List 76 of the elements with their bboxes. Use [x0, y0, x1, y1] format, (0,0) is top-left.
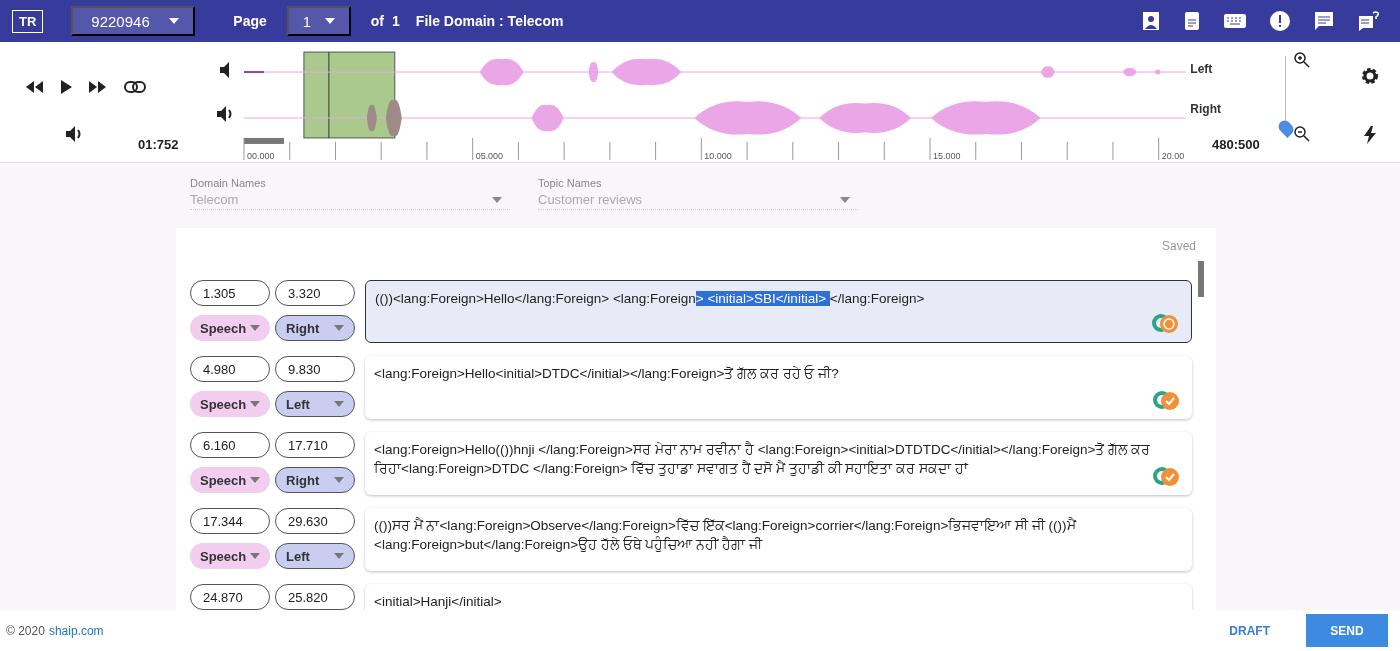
- start-time-field[interactable]: 17.344: [190, 508, 270, 534]
- transcript-field[interactable]: <lang:Foreign>Hello<initial>DTDC</initial></lang:Foreign>ਤੋਂ ਗੱਲ ਕਰ ਰਹੇ ਓ ਜੀ?: [365, 356, 1192, 419]
- page-label: Page: [233, 13, 267, 29]
- scroll-indicator[interactable]: [243, 137, 284, 144]
- channel-dropdown[interactable]: Right: [275, 315, 355, 341]
- lightning-icon[interactable]: [1364, 126, 1377, 144]
- caret-icon: [334, 325, 344, 331]
- alert-icon[interactable]: [1270, 11, 1290, 31]
- filter-dropdown[interactable]: Topic Names Customer reviews: [538, 177, 858, 210]
- time-tick-label: 05.000: [475, 150, 503, 161]
- start-time-field[interactable]: 1.305: [190, 280, 270, 306]
- save-status: Saved: [1161, 239, 1196, 253]
- caret-icon: [334, 401, 344, 407]
- end-time-field[interactable]: 25.820: [275, 584, 355, 610]
- help-chat-icon[interactable]: [1358, 11, 1380, 31]
- channel-dropdown[interactable]: Right: [275, 467, 355, 493]
- channel-label: Left: [1190, 62, 1214, 76]
- segment-type-dropdown[interactable]: Speech: [190, 467, 270, 493]
- send-button[interactable]: SEND: [1306, 614, 1388, 647]
- end-time-field[interactable]: 29.630: [275, 508, 355, 534]
- draft-button[interactable]: DRAFT: [1213, 615, 1286, 646]
- time-tick-label: 20.00: [1161, 150, 1184, 161]
- file-domain: File Domain : Telecom: [415, 13, 564, 29]
- of-label: of: [370, 13, 385, 29]
- scrollbar-thumb[interactable]: [1198, 261, 1204, 297]
- copyright-text: © 2020: [6, 623, 45, 638]
- keyboard-icon[interactable]: [1224, 14, 1246, 28]
- person-card-icon[interactable]: [1142, 11, 1160, 31]
- caret-icon: [250, 325, 260, 331]
- caret-icon: [334, 477, 344, 483]
- transcript-field[interactable]: (())<lang:Foreign>Hello</lang:Foreign> <lang:Foreign> <initial>SBI</initial> </lang:Foreign>: [365, 280, 1192, 343]
- zoom-slider[interactable]: [1280, 56, 1293, 136]
- language-badge: TR: [12, 9, 44, 33]
- segment-type-dropdown[interactable]: Speech: [190, 315, 270, 341]
- link-button[interactable]: [124, 81, 146, 93]
- zoom-in-icon[interactable]: [1294, 52, 1311, 68]
- settings-icon[interactable]: [1360, 66, 1381, 86]
- channel-label: Right: [1190, 102, 1222, 116]
- segment-type-dropdown[interactable]: Speech: [190, 543, 270, 569]
- playback-time: 01:752: [138, 137, 179, 152]
- time-tick-label: 15.000: [932, 150, 961, 161]
- end-time-field[interactable]: 17.710: [275, 432, 355, 458]
- caret-icon: [492, 196, 502, 203]
- zoom-out-icon[interactable]: [1294, 126, 1311, 142]
- speaker-icon[interactable]: [219, 62, 232, 78]
- transcript-field[interactable]: <initial>Hanji</initial>: [365, 584, 1192, 610]
- start-time-field[interactable]: 24.870: [190, 584, 270, 610]
- caret-icon: [334, 553, 344, 559]
- end-time-field[interactable]: 3.320: [275, 280, 355, 306]
- segment-type-dropdown[interactable]: Speech: [190, 391, 270, 417]
- channel-dropdown[interactable]: Left: [275, 391, 355, 417]
- play-button[interactable]: [60, 80, 72, 94]
- end-time-field[interactable]: 9.830: [275, 356, 355, 382]
- transcript-field[interactable]: <lang:Foreign>Hello(())hnji </lang:Foreign>ਸਰ ਮੇਰਾ ਨਾਮ ਰਵੀਨਾ ਹੈ <lang:Foreign><initial>DTDTDC</initial></lang:Foreign>ਤੋਂ ਗੱਲ ਕਰ ਰਿਹਾ<lang:Foreign>DTDC </lang:Foreign> ਵਿੱਚ ਤੁਹਾਡਾ ਸਵਾਗਤ ਹੈਂ ਦਸੋ ਮੈਂ ਤੁਹਾਡੀ ਕੀ ਸਹਾਇਤਾ ਕਰ ਸਕਦਾ ਹਾਂ: [365, 432, 1192, 495]
- caret-icon: [324, 18, 335, 24]
- document-icon[interactable]: [1184, 11, 1200, 31]
- time-tick-label: 00.000: [246, 150, 275, 161]
- caret-icon: [250, 553, 260, 559]
- start-time-field[interactable]: 6.160: [190, 432, 270, 458]
- page-dropdown[interactable]: 1: [286, 6, 351, 36]
- filter-dropdown[interactable]: Domain Names Telecom: [190, 177, 510, 210]
- caret-icon: [840, 196, 850, 203]
- website-link[interactable]: shaip.com: [48, 623, 104, 638]
- rewind-button[interactable]: [24, 81, 44, 93]
- channel-dropdown[interactable]: Left: [275, 543, 355, 569]
- start-time-field[interactable]: 4.980: [190, 356, 270, 382]
- caret-icon: [169, 18, 180, 24]
- caret-icon: [250, 401, 260, 407]
- chat-icon[interactable]: [1314, 11, 1334, 31]
- transcript-field[interactable]: (())ਸਰ ਮੈਂ ਨਾ<lang:Foreign>Observe</lang:Foreign>ਵਿੱਚ ਇੱਕ<lang:Foreign>corrier</lang:Foreign>ਭਿਜਵਾਇਆ ਸੀ ਜੀ (())ਮੈਂ <lang:Foreign>but</lang:Foreign>ਉਹ ਹੱਲੇ ਓਥੇ ਪਹੁੰਚਿਆ ਨਹੀਂ ਹੈਗਾ ਜੀ: [365, 508, 1192, 571]
- fast-forward-button[interactable]: [88, 81, 108, 93]
- zoom-ratio: 480:500: [1212, 137, 1260, 152]
- page-count: 1: [392, 13, 400, 29]
- time-tick-label: 10.000: [704, 150, 732, 161]
- file-dropdown[interactable]: 9220946: [71, 6, 196, 36]
- caret-icon: [250, 477, 260, 483]
